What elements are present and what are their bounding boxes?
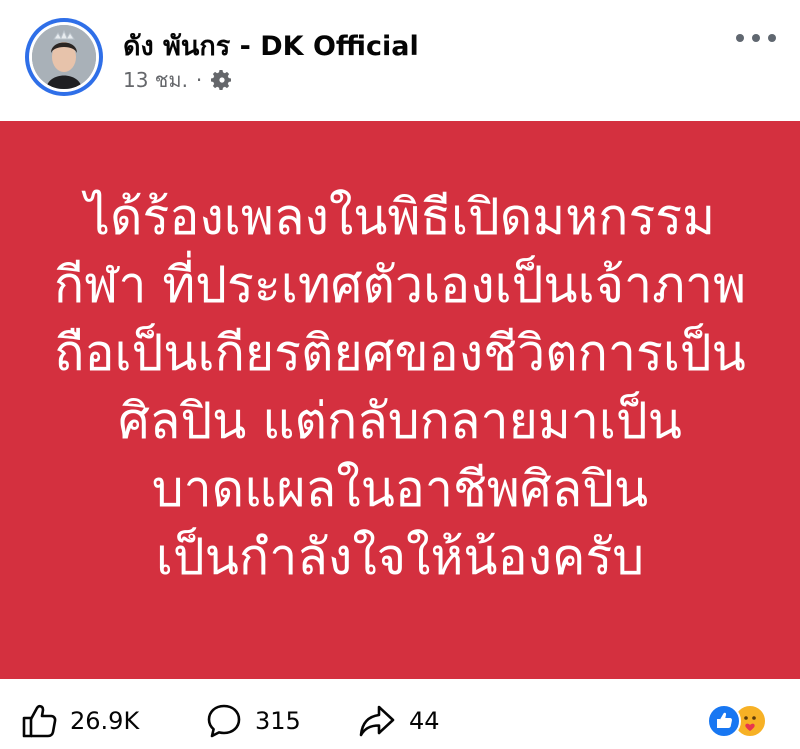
post-text-line: ศิลปิน แต่กลับกลายมาเป็น (118, 392, 682, 450)
share-count: 44 (409, 707, 440, 735)
thumbs-up-icon (22, 704, 57, 738)
profile-photo (32, 25, 96, 89)
profile-photo-icon (32, 25, 96, 89)
post-meta: 13 ชม. · (123, 66, 234, 94)
more-options-button[interactable] (736, 26, 776, 50)
gear-icon[interactable] (210, 68, 234, 92)
post-timestamp[interactable]: 13 ชม. (123, 64, 188, 96)
post-footer: 26.9K 315 44 (0, 679, 800, 749)
meta-separator: · (195, 68, 203, 92)
page-name[interactable]: ดัง พันกร - DK Official (123, 24, 419, 67)
share-button[interactable]: 44 (357, 701, 440, 741)
reactions-summary[interactable] (707, 704, 777, 740)
post-text-line: บาดแผลในอาชีพศิลปิน (151, 460, 649, 518)
post-text-line: เป็นกำลังใจให้น้องครับ (155, 528, 645, 586)
post-text-line: กีฬา ที่ประเทศตัวเองเป็นเจ้าภาพ (53, 256, 747, 314)
comment-button[interactable]: 315 (205, 701, 301, 741)
like-count: 26.9K (70, 707, 140, 735)
post-header: ดัง พันกร - DK Official 13 ชม. · (0, 0, 800, 121)
more-dots-icon (736, 34, 744, 42)
avatar[interactable] (25, 18, 103, 96)
like-button[interactable]: 26.9K (20, 701, 139, 741)
post-text: ได้ร้องเพลงในพิธีเปิดมหกรรม กีฬา ที่ประเ… (40, 183, 760, 591)
post-text-line: ถือเป็นเกียรติยศของชีวิตการเป็น (54, 324, 746, 382)
comment-count: 315 (255, 707, 301, 735)
post-text-card: ได้ร้องเพลงในพิธีเปิดมหกรรม กีฬา ที่ประเ… (0, 121, 800, 679)
like-reaction-icon (707, 704, 741, 738)
post-text-line: ได้ร้องเพลงในพิธีเปิดมหกรรม (84, 188, 716, 246)
share-arrow-icon (359, 705, 395, 737)
comment-bubble-icon (207, 704, 241, 738)
